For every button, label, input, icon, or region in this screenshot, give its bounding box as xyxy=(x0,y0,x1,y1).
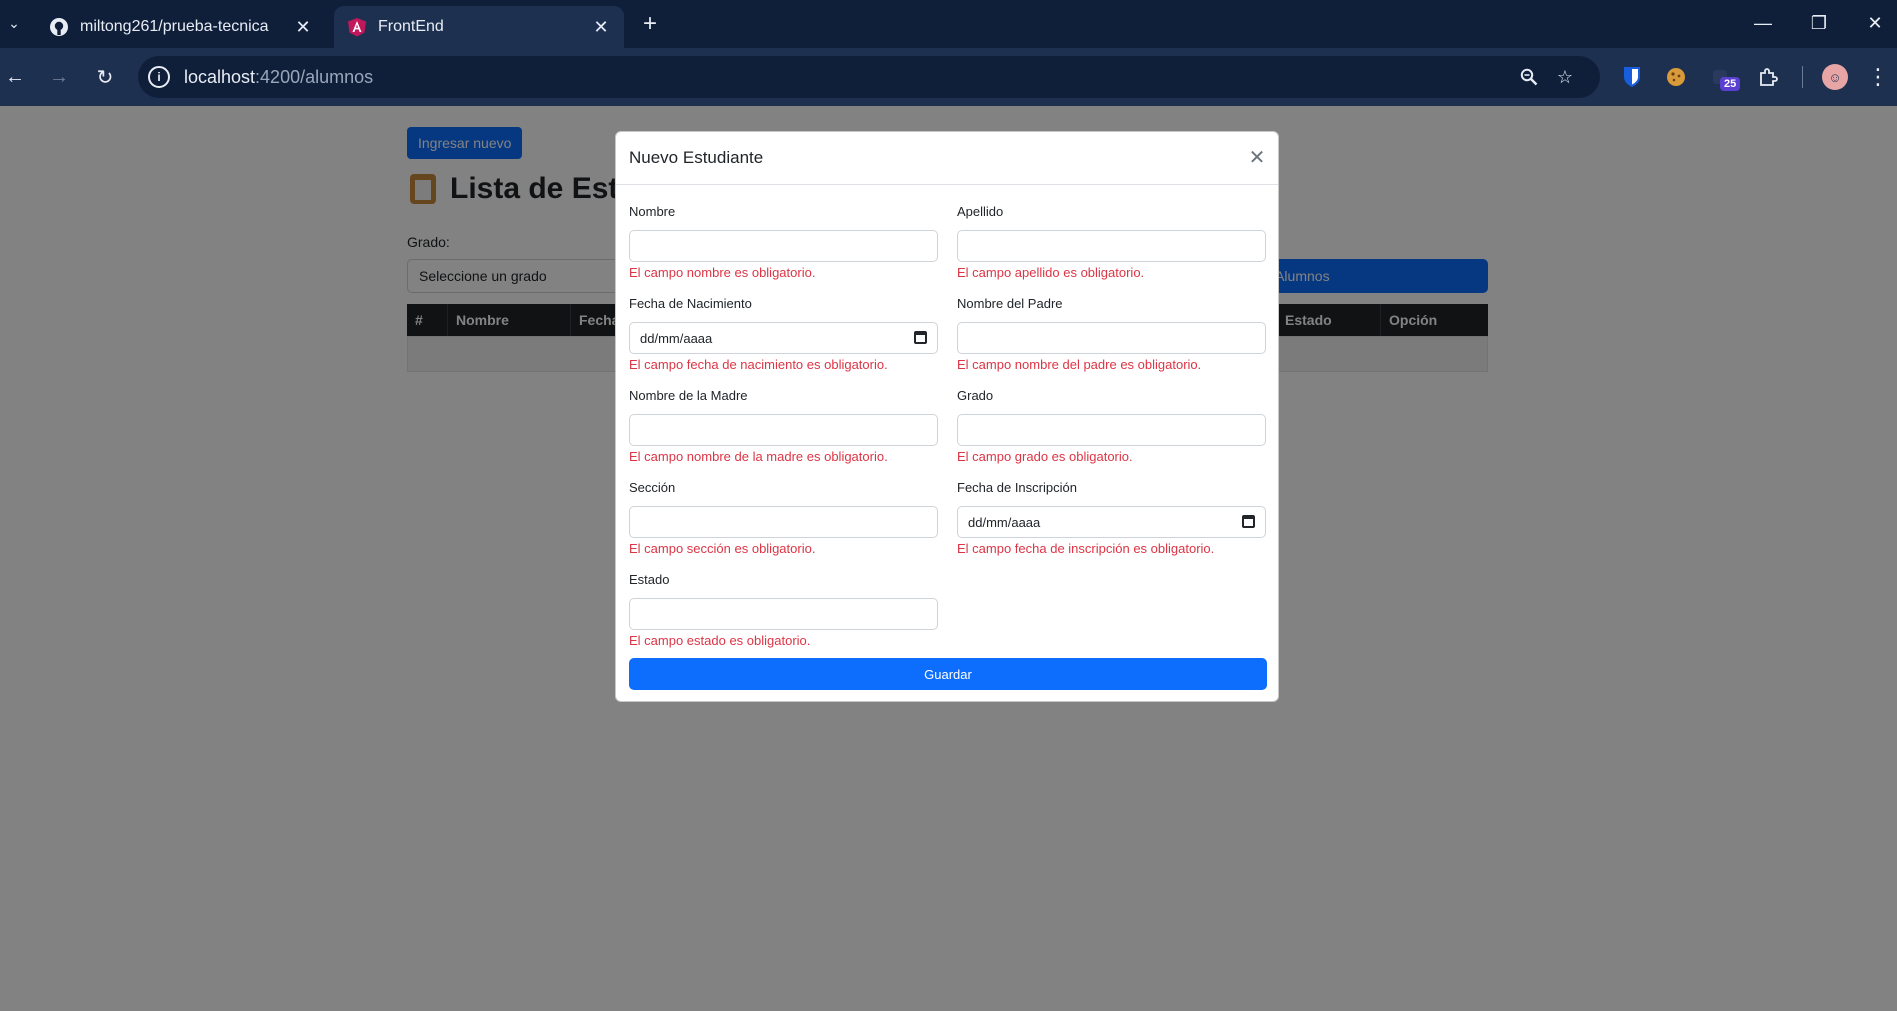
calendar-icon[interactable] xyxy=(914,331,927,344)
field-label: Sección xyxy=(629,480,676,495)
field-apellido: Apellido El campo apellido es obligatori… xyxy=(957,204,1266,283)
field-seccion: Sección El campo sección es obligatorio. xyxy=(629,480,938,559)
close-icon[interactable]: ✕ xyxy=(590,16,612,38)
field-estado: Estado El campo estado es obligatorio. xyxy=(629,572,938,651)
field-label: Grado xyxy=(957,388,994,403)
field-error: El campo nombre de la madre es obligator… xyxy=(629,449,888,464)
restore-icon[interactable]: ❐ xyxy=(1796,8,1842,38)
nombre-input[interactable] xyxy=(629,230,938,262)
modal-header: Nuevo Estudiante ✕ xyxy=(616,132,1278,185)
tab-title: FrontEnd xyxy=(378,18,444,35)
calendar-icon[interactable] xyxy=(1242,515,1255,528)
field-error: El campo grado es obligatorio. xyxy=(957,449,1133,464)
angular-icon xyxy=(346,16,368,38)
field-error: El campo nombre es obligatorio. xyxy=(629,265,816,280)
field-error: El campo nombre del padre es obligatorio… xyxy=(957,357,1202,372)
seccion-input[interactable] xyxy=(629,506,938,538)
field-fecha-nacimiento: Fecha de Nacimiento dd/mm/aaaa El campo … xyxy=(629,296,938,375)
field-label: Fecha de Inscripción xyxy=(957,480,1077,495)
forward-arrow-icon[interactable]: → xyxy=(44,62,74,92)
field-nombre: Nombre El campo nombre es obligatorio. xyxy=(629,204,938,283)
minimize-icon[interactable]: — xyxy=(1740,8,1786,38)
field-error: El campo fecha de nacimiento es obligato… xyxy=(629,357,888,372)
field-grado: Grado El campo grado es obligatorio. xyxy=(957,388,1266,467)
tab-title: miltong261/prueba-tecnica xyxy=(80,18,269,35)
nombre-madre-input[interactable] xyxy=(629,414,938,446)
field-label: Fecha de Nacimiento xyxy=(629,296,752,311)
field-label: Estado xyxy=(629,572,670,587)
zoom-icon[interactable] xyxy=(1516,64,1542,90)
fecha-nacimiento-input[interactable]: dd/mm/aaaa xyxy=(629,322,938,354)
github-icon xyxy=(48,16,70,38)
browser-tab-github[interactable]: miltong261/prueba-tecnica ✕ xyxy=(36,6,326,48)
nombre-padre-input[interactable] xyxy=(957,322,1266,354)
new-tab-plus-icon[interactable]: + xyxy=(636,10,664,38)
field-label: Apellido xyxy=(957,204,1004,219)
browser-menu-icon[interactable]: ⋮ xyxy=(1866,62,1890,92)
close-icon[interactable]: ✕ xyxy=(1246,146,1268,169)
cookie-icon[interactable] xyxy=(1662,63,1690,91)
toolbar-separator xyxy=(1802,66,1803,88)
address-bar[interactable]: i localhost:4200/alumnos ☆ xyxy=(138,56,1600,98)
profile-avatar[interactable]: ☺ xyxy=(1822,64,1848,90)
field-label: Nombre de la Madre xyxy=(629,388,748,403)
site-info-icon[interactable]: i xyxy=(148,66,170,88)
field-nombre-padre: Nombre del Padre El campo nombre del pad… xyxy=(957,296,1266,375)
estado-input[interactable] xyxy=(629,598,938,630)
bookmark-star-icon[interactable]: ☆ xyxy=(1552,64,1578,90)
field-fecha-inscripcion: Fecha de Inscripción dd/mm/aaaa El campo… xyxy=(957,480,1266,559)
url-text[interactable]: localhost:4200/alumnos xyxy=(184,67,373,88)
url-path: :4200/alumnos xyxy=(255,67,374,87)
bitwarden-icon[interactable] xyxy=(1618,63,1646,91)
field-error: El campo apellido es obligatorio. xyxy=(957,265,1145,280)
modal-title: Nuevo Estudiante xyxy=(629,148,764,167)
date-placeholder: dd/mm/aaaa xyxy=(968,514,1041,530)
apellido-input[interactable] xyxy=(957,230,1266,262)
extensions-puzzle-icon[interactable] xyxy=(1754,63,1782,91)
fecha-inscripcion-input[interactable]: dd/mm/aaaa xyxy=(957,506,1266,538)
back-arrow-icon[interactable]: ← xyxy=(0,62,30,92)
field-error: El campo sección es obligatorio. xyxy=(629,541,816,556)
grado-input[interactable] xyxy=(957,414,1266,446)
field-label: Nombre del Padre xyxy=(957,296,1063,311)
browser-tabstrip: ⌄ miltong261/prueba-tecnica ✕ FrontEnd ✕… xyxy=(0,0,1897,48)
close-icon[interactable]: ✕ xyxy=(292,16,314,38)
save-button[interactable]: Guardar xyxy=(629,658,1267,690)
field-label: Nombre xyxy=(629,204,676,219)
date-placeholder: dd/mm/aaaa xyxy=(640,330,713,346)
field-nombre-madre: Nombre de la Madre El campo nombre de la… xyxy=(629,388,938,467)
tab-search-chevron-icon[interactable]: ⌄ xyxy=(2,10,26,36)
field-error: El campo estado es obligatorio. xyxy=(629,633,811,648)
field-error: El campo fecha de inscripción es obligat… xyxy=(957,541,1215,556)
browser-toolbar: ← → ↻ i localhost:4200/alumnos ☆ xyxy=(0,48,1897,106)
new-student-modal: Nuevo Estudiante ✕ Nombre El campo nombr… xyxy=(615,131,1279,702)
browser-tab-frontend[interactable]: FrontEnd ✕ xyxy=(334,6,624,48)
reload-icon[interactable]: ↻ xyxy=(90,62,120,92)
extension-badge: 25 xyxy=(1720,77,1741,91)
url-host: localhost xyxy=(184,67,256,87)
window-close-icon[interactable]: ✕ xyxy=(1852,8,1897,38)
